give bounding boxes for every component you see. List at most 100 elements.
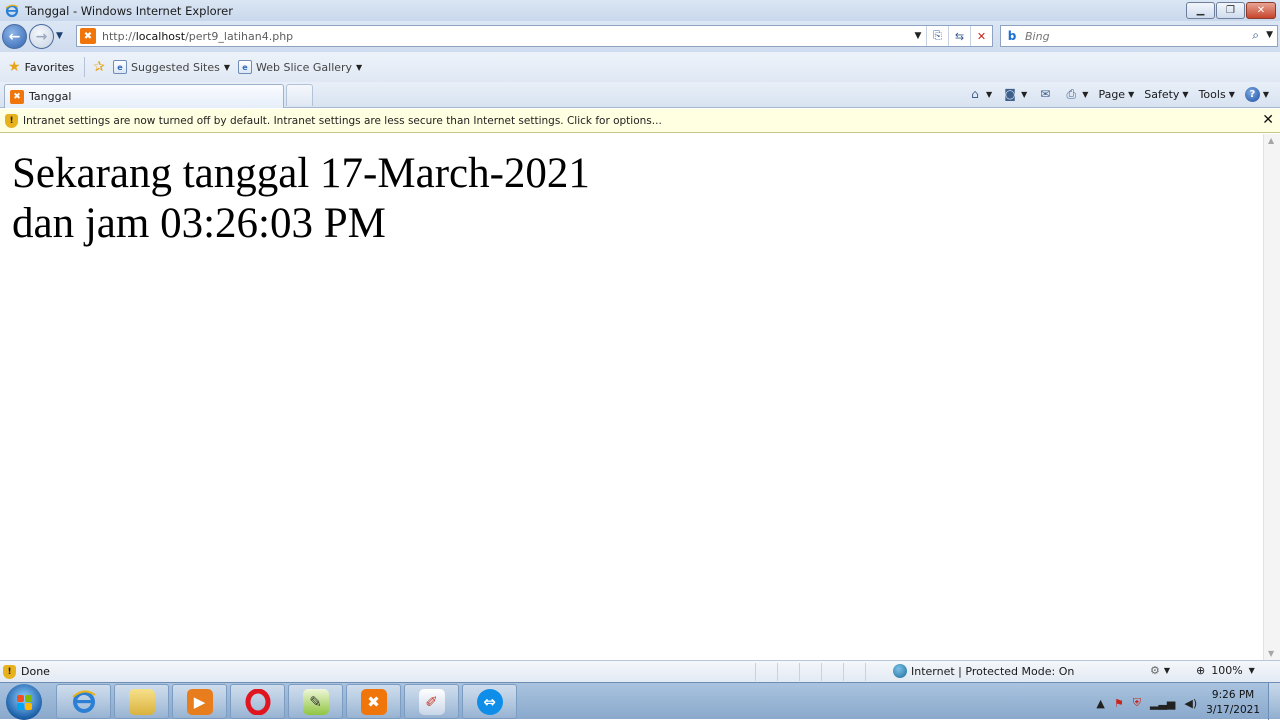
information-bar-message[interactable]: Intranet settings are now turned off by … [23, 115, 662, 127]
search-input[interactable] [1025, 29, 1245, 43]
show-hidden-icons-icon[interactable]: ▲ [1096, 697, 1104, 710]
restore-icon: ❐ [1226, 5, 1235, 16]
minimize-icon: ▁ [1196, 5, 1205, 16]
feeds-button[interactable]: ◙ ▼ [999, 86, 1030, 102]
chevron-down-icon: ▼ [1128, 89, 1135, 99]
information-bar[interactable]: ! Intranet settings are now turned off b… [0, 109, 1280, 133]
close-information-bar-icon[interactable]: ✕ [1262, 112, 1274, 128]
add-to-favorites-bar-button[interactable]: ✰ [93, 59, 105, 75]
zoom-control[interactable]: ⊕ 100% ▼ [1196, 664, 1255, 677]
xampp-favicon-icon: ✖ [80, 28, 96, 44]
status-pane [799, 663, 821, 681]
compatibility-view-button[interactable]: ⎘ [926, 26, 948, 46]
taskbar-media-player[interactable]: ▶ [172, 684, 227, 719]
home-button[interactable]: ⌂ ▼ [964, 86, 995, 102]
ie-page-icon: e [113, 60, 127, 74]
web-slice-gallery-link[interactable]: e Web Slice Gallery ▼ [237, 60, 363, 74]
forward-button[interactable]: → [29, 24, 54, 49]
folder-icon [128, 688, 155, 715]
page-menu[interactable]: Page ▼ [1095, 88, 1137, 101]
taskbar-notepad[interactable]: ✎ [288, 684, 343, 719]
tools-menu[interactable]: Tools ▼ [1196, 88, 1238, 101]
teamviewer-icon: ⇔ [476, 688, 503, 715]
chevron-down-icon: ▼ [1248, 666, 1255, 675]
paint-icon: ✐ [418, 688, 445, 715]
taskbar-paint[interactable]: ✐ [404, 684, 459, 719]
status-panes [755, 663, 887, 681]
read-mail-button[interactable]: ✉ [1034, 86, 1056, 102]
address-dropdown-button[interactable]: ▼ [910, 26, 926, 46]
mail-icon: ✉ [1040, 87, 1051, 101]
favorites-button[interactable]: ★ Favorites [8, 59, 74, 75]
status-pane [843, 663, 865, 681]
network-signal-icon[interactable]: ▂▃▅ [1150, 697, 1175, 710]
clock[interactable]: 9:26 PM 3/17/2021 [1206, 688, 1260, 718]
ie-page-icon: e [237, 60, 252, 74]
search-icon[interactable]: ⌕ [1252, 28, 1259, 43]
warning-shield-icon: ! [5, 113, 18, 128]
recent-pages-dropdown[interactable]: ▼ [56, 31, 63, 41]
media-player-icon: ▶ [186, 688, 213, 715]
scroll-down-icon[interactable]: ▼ [1268, 649, 1274, 658]
title-bar: Tanggal - Windows Internet Explorer ▁ ❐ … [0, 0, 1280, 21]
favorites-star-icon: ★ [8, 59, 21, 75]
scroll-up-icon[interactable]: ▲ [1268, 136, 1274, 145]
taskbar-opera[interactable] [230, 684, 285, 719]
search-options-dropdown[interactable]: ▼ [1266, 30, 1273, 40]
chevron-down-icon: ▼ [1182, 89, 1189, 99]
address-url[interactable]: http://localhost/pert9_latihan4.php [102, 30, 293, 43]
volume-icon[interactable]: ◀) [1184, 697, 1197, 710]
chevron-down-icon: ▼ [985, 89, 993, 99]
close-button[interactable]: ✕ [1246, 2, 1276, 19]
chevron-down-icon: ▼ [1228, 89, 1235, 99]
status-shield-icon: ! [3, 664, 16, 679]
protected-mode-icon: ⚙ [1150, 664, 1160, 677]
ie-icon [4, 3, 20, 19]
safety-menu[interactable]: Safety ▼ [1141, 88, 1191, 101]
new-tab-button[interactable] [286, 84, 313, 106]
show-desktop-button[interactable] [1268, 683, 1280, 720]
address-bar[interactable]: ✖ http://localhost/pert9_latihan4.php ▼ … [76, 25, 993, 47]
zoom-icon: ⊕ [1196, 664, 1206, 677]
stop-icon: ✕ [976, 29, 987, 43]
taskbar-windows-explorer[interactable] [114, 684, 169, 719]
taskbar-xampp[interactable]: ✖ [346, 684, 401, 719]
address-tools: ▼ ⎘ ⇆ ✕ [910, 26, 992, 46]
start-button[interactable] [6, 684, 42, 720]
security-alert-icon[interactable]: ⛨ [1133, 696, 1141, 710]
window-title: Tanggal - Windows Internet Explorer [25, 3, 233, 18]
page-content: Sekarang tanggal 17-March-2021 dan jam 0… [1, 134, 1263, 660]
chevron-down-icon: ▼ [356, 62, 363, 72]
chevron-down-icon: ▼ [1262, 89, 1269, 99]
xampp-icon: ✖ [360, 688, 387, 715]
help-menu[interactable]: ? ▼ [1242, 86, 1272, 102]
stop-button[interactable]: ✕ [970, 26, 992, 46]
refresh-button[interactable]: ⇆ [948, 26, 970, 46]
search-box[interactable]: b ⌕ ▼ [1000, 25, 1278, 47]
security-zone[interactable]: Internet | Protected Mode: On [893, 664, 1074, 678]
tab-tanggal[interactable]: ✖ Tanggal [4, 84, 284, 108]
status-pane [865, 663, 887, 681]
back-button[interactable]: ← [2, 24, 27, 49]
vertical-scrollbar[interactable]: ▲ ▼ [1263, 134, 1280, 660]
clock-time: 9:26 PM [1211, 689, 1255, 701]
print-button[interactable]: ⎙ ▼ [1060, 86, 1091, 102]
minimize-button[interactable]: ▁ [1186, 2, 1215, 19]
protected-mode-button[interactable]: ⚙ ▼ [1150, 664, 1170, 677]
time-text: dan jam 03:26:03 PM [12, 200, 386, 247]
status-text: Done [21, 665, 50, 678]
favorites-bar: ★ Favorites ✰ e Suggested Sites ▼ e Web … [0, 52, 1280, 82]
status-pane [821, 663, 843, 681]
action-center-icon[interactable]: ⚑ [1114, 697, 1124, 710]
restore-button[interactable]: ❐ [1216, 2, 1245, 19]
back-arrow-icon: ← [8, 28, 21, 45]
chevron-down-icon: ▼ [223, 62, 230, 72]
clock-date: 3/17/2021 [1206, 704, 1260, 716]
taskbar-internet-explorer[interactable] [56, 684, 111, 719]
suggested-sites-link[interactable]: e Suggested Sites ▼ [113, 60, 230, 74]
status-bar: ! Done Internet | Protected Mode: On ⚙ ▼… [0, 660, 1280, 682]
chevron-down-icon: ▼ [1163, 666, 1171, 675]
chevron-down-icon: ▼ [1082, 89, 1089, 99]
taskbar-teamviewer[interactable]: ⇔ [462, 684, 517, 719]
xampp-favicon-icon: ✖ [10, 89, 24, 104]
